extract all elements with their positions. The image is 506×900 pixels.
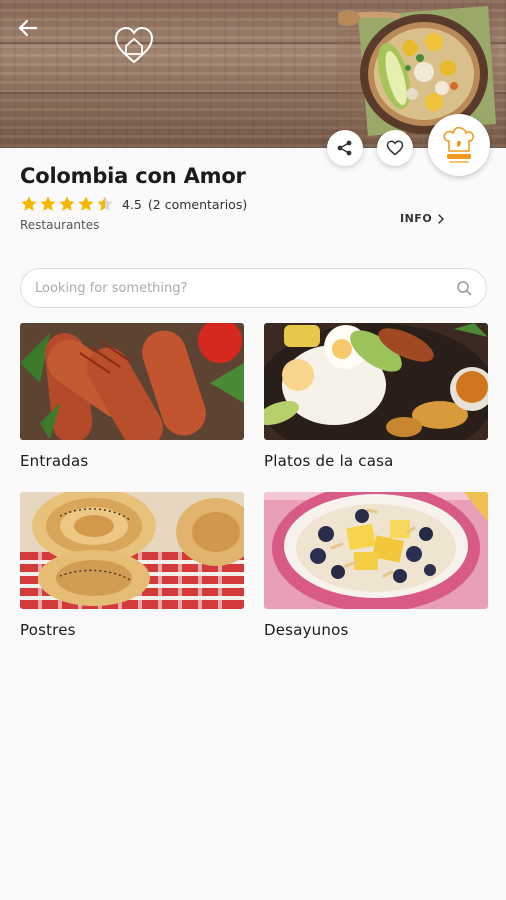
info-link[interactable]: INFO [400,212,445,225]
restaurant-logo-badge [428,114,490,176]
category-card-postres[interactable]: Postres [20,492,244,639]
category-label: Entradas [20,452,89,470]
star-icon [40,196,56,211]
back-arrow-icon[interactable] [14,14,42,42]
rating-value: 4.5 [122,196,142,212]
star-icon [21,196,37,211]
chevron-right-icon [438,213,445,224]
star-half-icon [97,196,113,211]
search-icon[interactable] [456,280,472,296]
rating-row: 4.5 (2 comentarios) [20,195,247,213]
info-label: INFO [400,212,433,225]
category-label: Postres [20,621,76,639]
restaurant-category: Restaurantes [20,218,100,232]
entradas-image [20,323,244,440]
chef-hat-badge [443,126,475,163]
star-icon [59,196,75,211]
share-icon [337,140,352,156]
platos-image [264,323,488,440]
share-button[interactable] [327,130,363,166]
heart-home-logo [114,26,154,64]
category-label: Desayunos [264,621,349,639]
header-banner [0,0,506,148]
search-bar[interactable] [20,268,487,308]
category-card-platos-de-la-casa[interactable]: Platos de la casa [264,323,488,470]
heart-icon [386,140,404,156]
category-card-entradas[interactable]: Entradas [20,323,244,470]
postres-image [20,492,244,609]
review-count[interactable]: (2 comentarios) [148,197,247,212]
search-input[interactable] [35,280,456,296]
desayunos-image [264,492,488,609]
category-card-desayunos[interactable]: Desayunos [264,492,488,639]
star-rating [20,195,114,213]
favorite-button[interactable] [377,130,413,166]
restaurant-name: Colombia con Amor [20,164,246,188]
star-icon [78,196,94,211]
category-label: Platos de la casa [264,452,394,470]
